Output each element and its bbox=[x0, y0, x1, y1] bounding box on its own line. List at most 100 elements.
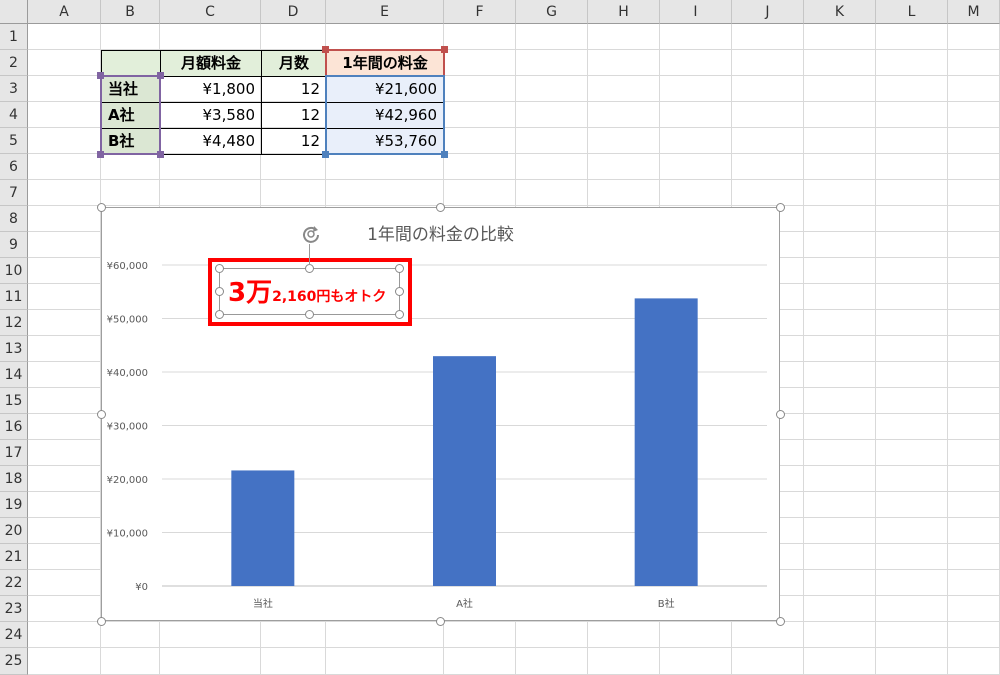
row-header-3[interactable]: 3 bbox=[0, 76, 28, 102]
range-handle[interactable] bbox=[322, 46, 329, 53]
range-highlight-purple bbox=[100, 75, 161, 155]
table-header-blank[interactable] bbox=[101, 50, 161, 77]
textbox-resize-handle[interactable] bbox=[215, 264, 224, 273]
cell-monthly[interactable]: ¥4,480 bbox=[160, 128, 262, 155]
gridline bbox=[803, 24, 804, 675]
row-header-24[interactable]: 24 bbox=[0, 622, 28, 648]
x-tick-label: B社 bbox=[658, 597, 675, 610]
cell-months[interactable]: 12 bbox=[261, 102, 327, 129]
column-header-h[interactable]: H bbox=[588, 0, 660, 24]
y-tick-label: ¥60,000 bbox=[107, 261, 148, 272]
row-header-9[interactable]: 9 bbox=[0, 232, 28, 258]
row-header-2[interactable]: 2 bbox=[0, 50, 28, 76]
textbox-resize-handle[interactable] bbox=[395, 264, 404, 273]
row-header-12[interactable]: 12 bbox=[0, 310, 28, 336]
range-handle[interactable] bbox=[157, 72, 164, 79]
chart-resize-handle[interactable] bbox=[776, 410, 785, 419]
textbox-resize-handle[interactable] bbox=[215, 287, 224, 296]
row-header-6[interactable]: 6 bbox=[0, 154, 28, 180]
row-header-25[interactable]: 25 bbox=[0, 648, 28, 675]
textbox-resize-handle[interactable] bbox=[395, 287, 404, 296]
select-all-corner[interactable] bbox=[0, 0, 28, 24]
textbox-resize-handle[interactable] bbox=[215, 310, 224, 319]
rotate-handle-icon[interactable] bbox=[300, 223, 322, 245]
column-header-m[interactable]: M bbox=[948, 0, 1000, 24]
gridline bbox=[28, 621, 1000, 622]
chart-resize-handle[interactable] bbox=[776, 203, 785, 212]
column-header-g[interactable]: G bbox=[516, 0, 588, 24]
column-header-b[interactable]: B bbox=[101, 0, 160, 24]
column-header-j[interactable]: J bbox=[732, 0, 804, 24]
column-header-k[interactable]: K bbox=[804, 0, 876, 24]
row-header-14[interactable]: 14 bbox=[0, 362, 28, 388]
textbox-resize-handle[interactable] bbox=[395, 310, 404, 319]
y-tick-label: ¥20,000 bbox=[107, 475, 148, 486]
range-handle[interactable] bbox=[97, 72, 104, 79]
chart-area[interactable]: 1年間の料金の比較 ¥0 ¥10,000 ¥20,000 ¥30,000 ¥40,000… bbox=[101, 207, 780, 621]
y-tick-label: ¥30,000 bbox=[107, 422, 148, 433]
rotate-stem bbox=[309, 244, 310, 265]
chart-resize-handle[interactable] bbox=[97, 410, 106, 419]
row-header-20[interactable]: 20 bbox=[0, 518, 28, 544]
y-tick-label: ¥0 bbox=[135, 582, 148, 593]
range-handle[interactable] bbox=[322, 151, 329, 158]
row-header-19[interactable]: 19 bbox=[0, 492, 28, 518]
range-handle[interactable] bbox=[157, 151, 164, 158]
y-tick-label: ¥50,000 bbox=[107, 315, 148, 326]
column-header-i[interactable]: I bbox=[660, 0, 732, 24]
table-header-months[interactable]: 月数 bbox=[261, 50, 327, 77]
column-header-l[interactable]: L bbox=[876, 0, 948, 24]
row-header-11[interactable]: 11 bbox=[0, 284, 28, 310]
cell-monthly[interactable]: ¥1,800 bbox=[160, 76, 262, 103]
column-header-d[interactable]: D bbox=[261, 0, 326, 24]
textbox-resize-handle[interactable] bbox=[305, 310, 314, 319]
range-handle[interactable] bbox=[441, 151, 448, 158]
y-tick-label: ¥10,000 bbox=[107, 529, 148, 540]
row-header-18[interactable]: 18 bbox=[0, 466, 28, 492]
range-highlight-blue bbox=[325, 75, 445, 155]
column-header-a[interactable]: A bbox=[28, 0, 101, 24]
table-header-monthly[interactable]: 月額料金 bbox=[160, 50, 262, 77]
row-header-21[interactable]: 21 bbox=[0, 544, 28, 570]
row-header-15[interactable]: 15 bbox=[0, 388, 28, 414]
gridline bbox=[947, 24, 948, 675]
cell-monthly[interactable]: ¥3,580 bbox=[160, 102, 262, 129]
cell-months[interactable]: 12 bbox=[261, 76, 327, 103]
y-tick-label: ¥40,000 bbox=[107, 368, 148, 379]
row-header-17[interactable]: 17 bbox=[0, 440, 28, 466]
chart-resize-handle[interactable] bbox=[97, 203, 106, 212]
chart-plot[interactable]: ¥0 ¥10,000 ¥20,000 ¥30,000 ¥40,000 ¥50,000 ¥60… bbox=[102, 208, 779, 620]
row-header-7[interactable]: 7 bbox=[0, 180, 28, 206]
column-header-e[interactable]: E bbox=[326, 0, 444, 24]
row-header-22[interactable]: 22 bbox=[0, 570, 28, 596]
row-header-13[interactable]: 13 bbox=[0, 336, 28, 362]
x-tick-label: 当社 bbox=[253, 597, 273, 610]
textbox-resize-handle[interactable] bbox=[305, 264, 314, 273]
gridline bbox=[28, 647, 1000, 648]
gridline bbox=[28, 179, 1000, 180]
range-highlight-red bbox=[325, 49, 445, 77]
bar-1[interactable] bbox=[433, 356, 496, 586]
row-header-16[interactable]: 16 bbox=[0, 414, 28, 440]
row-header-10[interactable]: 10 bbox=[0, 258, 28, 284]
x-tick-label: A社 bbox=[456, 597, 473, 610]
row-header-4[interactable]: 4 bbox=[0, 102, 28, 128]
chart-resize-handle[interactable] bbox=[436, 203, 445, 212]
chart-resize-handle[interactable] bbox=[97, 617, 106, 626]
row-header-1[interactable]: 1 bbox=[0, 24, 28, 50]
column-header-f[interactable]: F bbox=[444, 0, 516, 24]
bar-0[interactable] bbox=[231, 470, 295, 586]
gridline bbox=[28, 205, 1000, 206]
chart-resize-handle[interactable] bbox=[436, 617, 445, 626]
row-header-23[interactable]: 23 bbox=[0, 596, 28, 622]
textbox-selection-frame bbox=[219, 268, 400, 315]
range-handle[interactable] bbox=[97, 151, 104, 158]
row-header-8[interactable]: 8 bbox=[0, 206, 28, 232]
chart-resize-handle[interactable] bbox=[776, 617, 785, 626]
range-handle[interactable] bbox=[441, 46, 448, 53]
cell-months[interactable]: 12 bbox=[261, 128, 327, 155]
bar-2[interactable] bbox=[634, 298, 698, 586]
row-header-5[interactable]: 5 bbox=[0, 128, 28, 154]
column-header-c[interactable]: C bbox=[160, 0, 261, 24]
spreadsheet[interactable]: ABCDEFGHIJKLM 1 2 3 4 5 6 7 8 9 10 11 12 13 14 15 16 17 1… bbox=[0, 0, 1000, 675]
